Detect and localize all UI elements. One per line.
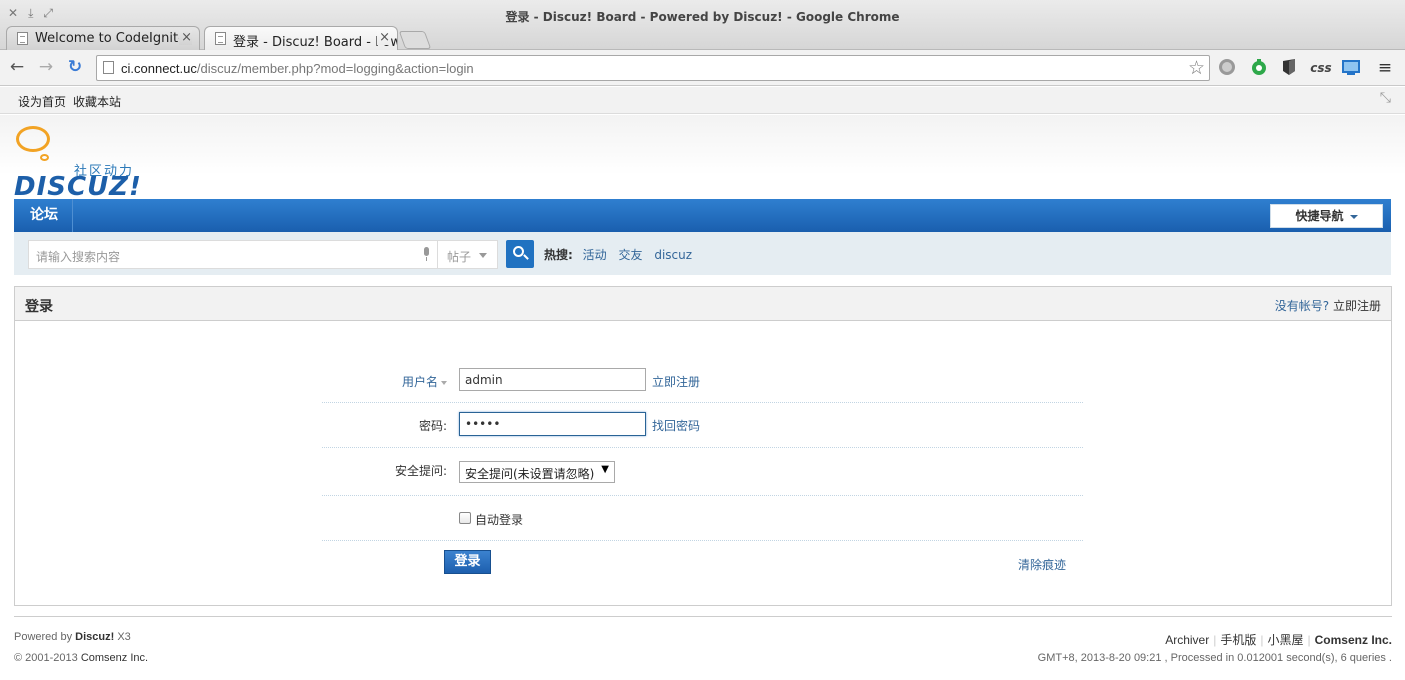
discuz-logo[interactable]: 社区动力 DISCUZ! — [14, 126, 154, 202]
security-question-row: 安全提问: 安全提问(未设置请忽略) ▼ — [322, 448, 1083, 496]
register-link[interactable]: 立即注册 — [652, 373, 700, 390]
menu-icon[interactable]: ≡ — [1375, 58, 1395, 78]
tab-codeigniter[interactable]: Welcome to CodeIgniter × — [6, 26, 200, 50]
tab-strip: Welcome to CodeIgniter × 登录 - Discuz! Bo… — [6, 26, 432, 50]
hot-link-discuz[interactable]: discuz — [654, 248, 692, 262]
set-homepage-link[interactable]: 设为首页 — [18, 93, 66, 110]
password-label: 密码: — [418, 419, 447, 433]
hot-link-activity[interactable]: 活动 — [583, 248, 607, 262]
auto-login-checkbox[interactable] — [459, 512, 471, 524]
search-type-value: 帖子 — [447, 250, 472, 264]
collapse-icon[interactable]: ⤡ — [1380, 90, 1391, 106]
search-placeholder: 请输入搜索内容 — [36, 250, 121, 264]
tab-close-icon[interactable]: × — [377, 30, 390, 45]
window-title: 登录 - Discuz! Board - Powered by Discuz! … — [505, 10, 900, 24]
search-icon-handle — [523, 254, 529, 260]
hot-label: 热搜: — [544, 248, 573, 262]
security-question-label: 安全提问: — [394, 464, 447, 478]
globe-icon[interactable] — [1217, 58, 1237, 78]
browser-titlebar: ✕ ⤓ ⤢ 登录 - Discuz! Board - Powered by Di… — [0, 0, 1405, 50]
reload-button[interactable]: ↻ — [64, 57, 86, 79]
dropdown-arrow-icon: ▼ — [601, 464, 609, 475]
tab-discuz-login[interactable]: 登录 - Discuz! Board - Powered by Discuz! … — [204, 26, 398, 50]
shield-icon[interactable] — [1279, 58, 1299, 78]
logo-bubble-tail-icon — [40, 154, 49, 161]
find-password-link[interactable]: 找回密码 — [652, 417, 700, 434]
login-panel-header: 登录 没有帐号? 立即注册 — [15, 287, 1391, 321]
search-type-select[interactable]: 帖子 — [437, 240, 498, 269]
comsenz-footer-link[interactable]: Comsenz Inc. — [1315, 633, 1392, 647]
clear-traces-link[interactable]: 清除痕迹 — [1018, 556, 1066, 573]
tab-close-icon[interactable]: × — [179, 30, 192, 45]
page-icon — [103, 61, 114, 74]
password-row: 密码: ••••• 找回密码 — [322, 403, 1083, 448]
mobile-link[interactable]: 手机版 — [1220, 633, 1256, 647]
screen-icon[interactable] — [1341, 58, 1361, 78]
back-button[interactable]: ← — [6, 57, 28, 79]
logo-bubble-icon — [16, 126, 50, 152]
tab-label: 登录 - Discuz! Board - Powered by Discuz! — [233, 35, 397, 50]
search-button[interactable] — [506, 240, 534, 268]
username-input[interactable]: admin — [459, 368, 646, 391]
security-question-select[interactable]: 安全提问(未设置请忽略) ▼ — [459, 461, 615, 483]
footer-divider — [14, 616, 1392, 617]
username-label[interactable]: 用户名 — [322, 373, 447, 390]
page-content: 社区动力 DISCUZ! 论坛 快捷导航 请输入搜索内容 帖子 热搜: 活动 交… — [0, 115, 1405, 680]
username-row: 用户名 admin 立即注册 — [322, 362, 1083, 403]
microphone-icon[interactable] — [423, 247, 431, 261]
browser-toolbar: ← → ↻ ci.connect.uc/discuz/member.php?mo… — [0, 50, 1405, 86]
footer-links: Archiver | 手机版 | 小黑屋 | Comsenz Inc. — [1165, 633, 1392, 647]
search-input[interactable]: 请输入搜索内容 — [28, 240, 438, 269]
comsenz-link[interactable]: Comsenz Inc. — [81, 652, 148, 664]
register-prompt: 没有帐号? 立即注册 — [1275, 297, 1381, 314]
new-tab-button[interactable] — [398, 31, 432, 49]
quick-nav-button[interactable]: 快捷导航 — [1270, 204, 1383, 228]
hot-link-friends[interactable]: 交友 — [618, 248, 642, 262]
register-now-link[interactable]: 立即注册 — [1333, 299, 1381, 313]
login-submit-button[interactable]: 登录 — [444, 550, 491, 574]
chevron-down-icon — [441, 380, 447, 385]
css-icon[interactable]: css — [1309, 58, 1333, 78]
bookmark-star-icon[interactable]: ☆ — [1188, 57, 1205, 79]
login-title: 登录 — [25, 299, 53, 315]
security-question-value: 安全提问(未设置请忽略) — [465, 467, 595, 481]
main-nav: 论坛 快捷导航 — [14, 199, 1391, 232]
chevron-down-icon — [1349, 214, 1358, 219]
archiver-link[interactable]: Archiver — [1165, 633, 1209, 647]
bookmark-site-link[interactable]: 收藏本站 — [73, 93, 121, 110]
chevron-down-icon — [479, 253, 487, 258]
green-icon[interactable] — [1249, 58, 1269, 78]
bookmarks-bar: 设为首页 收藏本站 ⤡ — [0, 87, 1405, 114]
page-icon — [215, 32, 226, 45]
logo-wordmark: DISCUZ! — [14, 172, 142, 202]
page-icon — [17, 32, 28, 45]
url-text: ci.connect.uc/discuz/member.php?mod=logg… — [121, 61, 474, 76]
address-bar[interactable]: ci.connect.uc/discuz/member.php?mod=logg… — [96, 55, 1210, 81]
discuz-brand-link[interactable]: Discuz! — [75, 631, 114, 643]
password-input[interactable]: ••••• — [459, 412, 646, 436]
forward-button[interactable]: → — [35, 57, 57, 79]
auto-login-row: 自动登录 — [322, 496, 1083, 541]
auto-login-label[interactable]: 自动登录 — [475, 511, 523, 528]
no-account-link[interactable]: 没有帐号? — [1275, 299, 1329, 313]
login-panel: 登录 没有帐号? 立即注册 用户名 admin 立即注册 密码: ••••• 找… — [14, 286, 1392, 606]
powered-by: Powered by Discuz! X3 — [14, 631, 131, 643]
copyright: © 2001-2013 Comsenz Inc. — [14, 652, 149, 664]
hot-searches: 热搜: 活动 交友 discuz — [544, 246, 700, 263]
footer-stats: GMT+8, 2013-8-20 09:21 , Processed in 0.… — [1037, 652, 1392, 664]
quick-nav-label: 快捷导航 — [1295, 209, 1344, 223]
nav-item-forum[interactable]: 论坛 — [14, 199, 73, 232]
tab-label: Welcome to CodeIgniter — [35, 31, 192, 46]
blacklist-link[interactable]: 小黑屋 — [1268, 633, 1304, 647]
search-bar: 请输入搜索内容 帖子 热搜: 活动 交友 discuz — [14, 232, 1391, 275]
